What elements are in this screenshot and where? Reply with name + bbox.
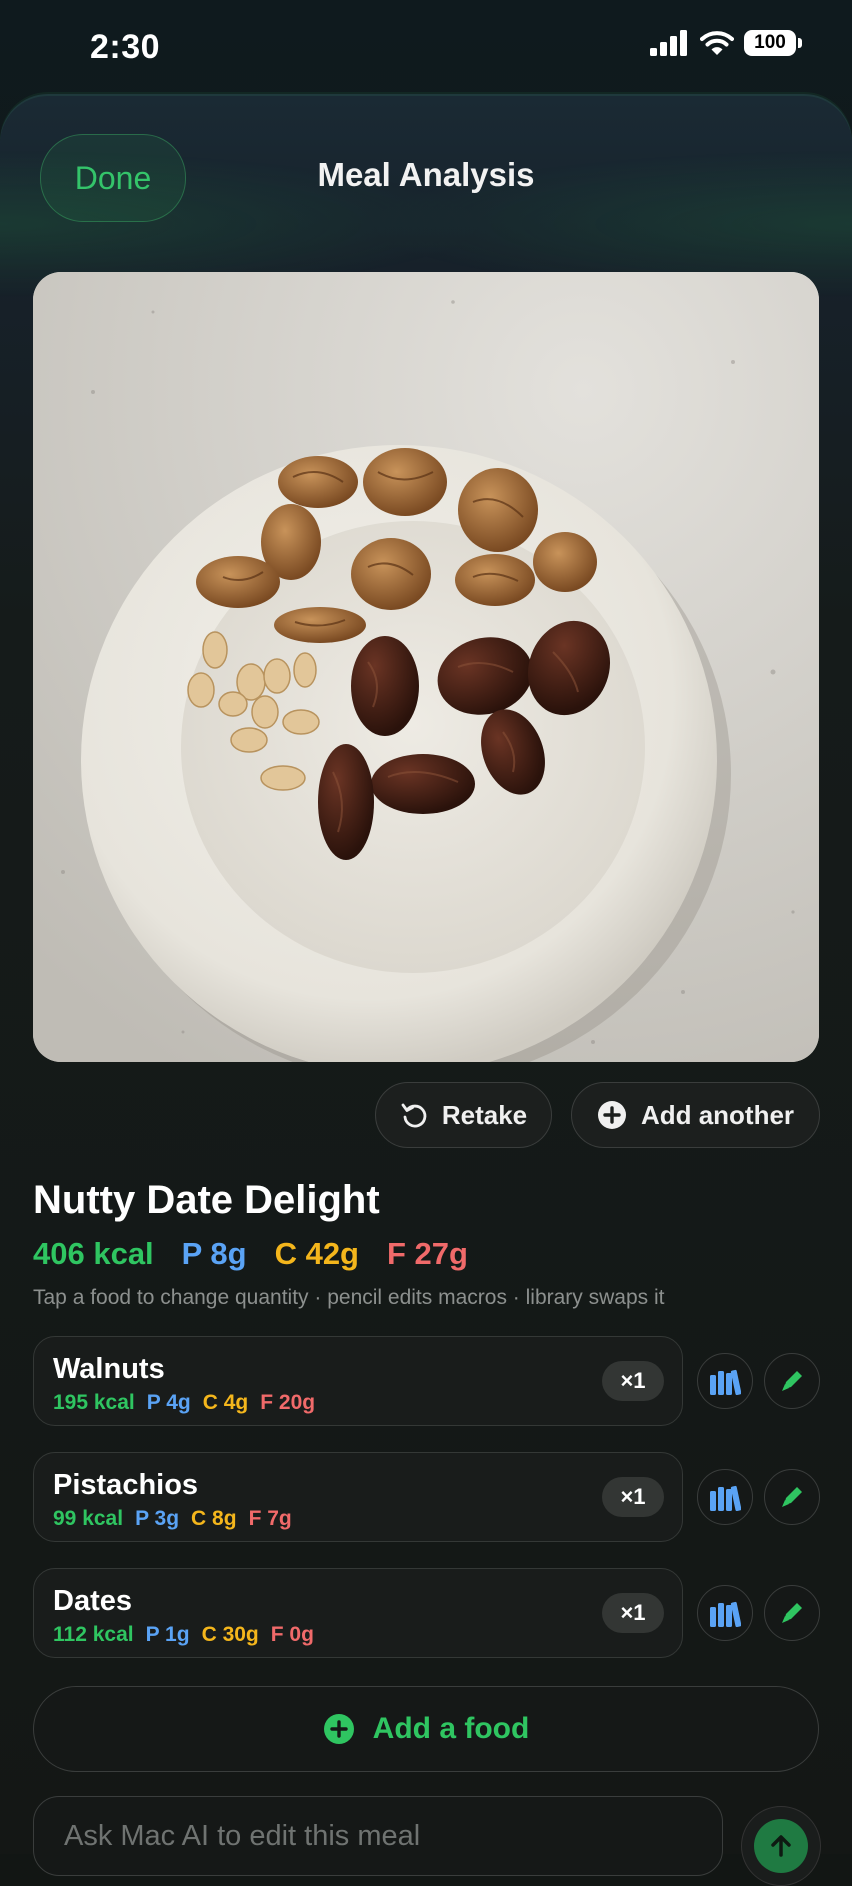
- food-name: Dates: [53, 1585, 132, 1617]
- add-food-button[interactable]: Add a food: [33, 1686, 819, 1772]
- library-icon: [710, 1369, 741, 1395]
- plus-circle-icon: [323, 1714, 354, 1744]
- retake-button[interactable]: Retake: [375, 1082, 552, 1148]
- library-button[interactable]: [697, 1469, 753, 1525]
- rotate-counterclockwise-icon: [401, 1103, 427, 1128]
- library-button[interactable]: [697, 1353, 753, 1409]
- library-button[interactable]: [697, 1585, 753, 1641]
- food-fat: F 20g: [260, 1391, 316, 1414]
- cellular-signal-icon: [650, 30, 687, 56]
- food-protein: P 3g: [135, 1507, 180, 1530]
- food-carbs: C 8g: [191, 1507, 237, 1530]
- status-icons: 100: [650, 30, 802, 56]
- food-kcal: 112 kcal: [53, 1623, 134, 1646]
- meal-photo: [33, 272, 819, 1062]
- food-kcal: 99 kcal: [53, 1507, 124, 1530]
- total-kcal: 406 kcal: [33, 1236, 154, 1271]
- wifi-icon: [700, 31, 734, 55]
- quantity-badge[interactable]: ×1: [602, 1593, 664, 1633]
- food-carbs: C 4g: [202, 1391, 249, 1414]
- plus-circle-icon: [597, 1101, 626, 1129]
- food-row-walnuts[interactable]: Walnuts 195 kcal P 4g C 4g F 20g ×1: [33, 1336, 683, 1426]
- pencil-icon: [782, 1487, 802, 1507]
- meal-totals: 406 kcal P 8g C 42g F 27g: [33, 1236, 468, 1272]
- battery-level: 100: [744, 30, 796, 56]
- edit-hint: Tap a food to change quantity · pencil e…: [33, 1286, 665, 1309]
- food-carbs: C 30g: [201, 1623, 259, 1646]
- food-macros: 195 kcal P 4g C 4g F 20g: [53, 1391, 315, 1415]
- add-another-label: Add another: [640, 1099, 795, 1130]
- retake-label: Retake: [441, 1099, 528, 1130]
- send-button[interactable]: [741, 1806, 821, 1886]
- pencil-icon: [782, 1371, 802, 1391]
- battery-indicator: 100: [744, 30, 802, 56]
- food-protein: P 1g: [145, 1623, 190, 1646]
- status-bar: 2:30 100: [0, 0, 852, 96]
- library-icon: [710, 1601, 741, 1627]
- send-button-inner: [754, 1819, 808, 1873]
- pencil-icon: [782, 1603, 802, 1623]
- arrow-up-icon: [771, 1835, 791, 1857]
- food-fat: F 7g: [248, 1507, 292, 1530]
- add-food-label: Add a food: [372, 1712, 530, 1745]
- ask-ai-field[interactable]: [33, 1796, 723, 1876]
- edit-button[interactable]: [764, 1353, 820, 1409]
- quantity-badge[interactable]: ×1: [602, 1361, 664, 1401]
- food-name: Walnuts: [53, 1353, 165, 1385]
- total-protein: P 8g: [181, 1236, 247, 1271]
- food-row-pistachios[interactable]: Pistachios 99 kcal P 3g C 8g F 7g ×1: [33, 1452, 683, 1542]
- food-kcal: 195 kcal: [53, 1391, 135, 1414]
- status-time: 2:30: [90, 28, 161, 66]
- meal-name: Nutty Date Delight: [33, 1178, 380, 1222]
- ask-ai-input[interactable]: [62, 1819, 666, 1854]
- food-protein: P 4g: [146, 1391, 191, 1414]
- total-carbs: C 42g: [274, 1236, 359, 1271]
- food-row-dates[interactable]: Dates 112 kcal P 1g C 30g F 0g ×1: [33, 1568, 683, 1658]
- meal-photo-illustration: [33, 272, 819, 1062]
- food-macros: 99 kcal P 3g C 8g F 7g: [53, 1507, 292, 1531]
- food-fat: F 0g: [270, 1623, 314, 1646]
- battery-nub: [798, 38, 802, 48]
- total-fat: F 27g: [387, 1236, 468, 1271]
- add-another-button[interactable]: Add another: [571, 1082, 820, 1148]
- edit-button[interactable]: [764, 1585, 820, 1641]
- food-macros: 112 kcal P 1g C 30g F 0g: [53, 1623, 314, 1647]
- quantity-badge[interactable]: ×1: [602, 1477, 664, 1517]
- library-icon: [710, 1485, 741, 1511]
- edit-button[interactable]: [764, 1469, 820, 1525]
- food-name: Pistachios: [53, 1469, 199, 1501]
- page-title: Meal Analysis: [317, 156, 535, 193]
